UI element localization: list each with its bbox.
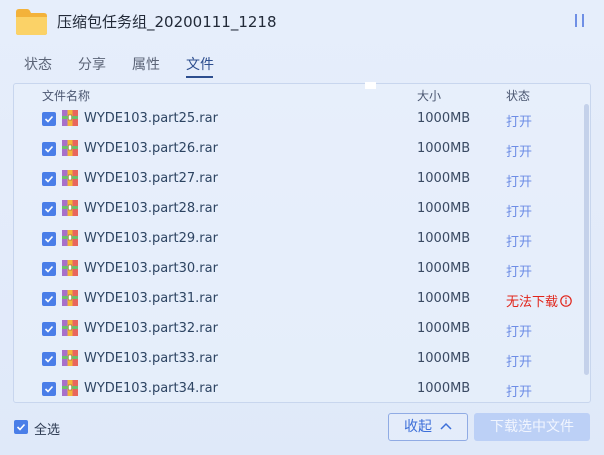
file-name: WYDE103.part32.rar (84, 321, 218, 336)
row-checkbox[interactable] (42, 292, 56, 306)
open-link[interactable]: 打开 (506, 351, 532, 370)
file-size: 1000MB (417, 381, 471, 396)
table-row[interactable]: WYDE103.part29.rar 1000MB 打开 (14, 224, 580, 254)
scrollbar[interactable] (584, 104, 590, 400)
table-row[interactable]: WYDE103.part32.rar 1000MB 打开 (14, 314, 580, 344)
file-name: WYDE103.part34.rar (84, 381, 218, 396)
status-label: 打开 (506, 355, 533, 370)
table-row[interactable]: WYDE103.part34.rar 1000MB 打开 (14, 374, 580, 402)
status-label: 打开 (506, 235, 533, 250)
file-size: 1000MB (417, 111, 471, 126)
table-row[interactable]: WYDE103.part27.rar 1000MB 打开 (14, 164, 580, 194)
file-name: WYDE103.part27.rar (84, 171, 218, 186)
file-size: 1000MB (417, 321, 471, 336)
rar-archive-icon (62, 320, 78, 336)
active-tab-indicator (186, 76, 213, 78)
table-row[interactable]: WYDE103.part25.rar 1000MB 打开 (14, 104, 580, 134)
row-checkbox[interactable] (42, 232, 56, 246)
row-checkbox[interactable] (42, 112, 56, 126)
folder-icon (16, 9, 47, 35)
table-row[interactable]: WYDE103.part31.rar 1000MB 无法下载 (14, 284, 580, 314)
status-label: 打开 (506, 325, 533, 340)
file-name: WYDE103.part26.rar (84, 141, 218, 156)
row-checkbox[interactable] (42, 262, 56, 276)
file-size: 1000MB (417, 291, 471, 306)
open-link[interactable]: 打开 (506, 261, 532, 280)
collapse-button[interactable]: 收起 (388, 413, 468, 441)
select-all-checkbox[interactable] (14, 420, 28, 434)
open-link[interactable]: 打开 (506, 381, 532, 400)
rar-archive-icon (62, 140, 78, 156)
status-label: 打开 (506, 175, 533, 190)
title-bar: 压缩包任务组_20200111_1218 (0, 0, 604, 46)
open-link[interactable]: 打开 (506, 231, 532, 250)
file-list-panel: 文件名称 大小 状态 WYDE103.part25.rar 1000MB 打开 WYD… (13, 83, 591, 403)
tab-properties[interactable]: 属性 (132, 54, 160, 74)
rar-archive-icon (62, 350, 78, 366)
row-checkbox[interactable] (42, 382, 56, 396)
download-failed-status: 无法下载 (506, 291, 572, 310)
file-size: 1000MB (417, 231, 471, 246)
rar-archive-icon (62, 200, 78, 216)
status-label: 打开 (506, 385, 533, 400)
pause-icon[interactable] (575, 14, 585, 28)
open-link[interactable]: 打开 (506, 111, 532, 130)
status-label: 打开 (506, 145, 533, 160)
collapse-label: 收起 (404, 419, 432, 435)
rar-archive-icon (62, 380, 78, 396)
open-link[interactable]: 打开 (506, 321, 532, 340)
info-icon[interactable] (560, 295, 572, 307)
scrollbar-thumb[interactable] (584, 104, 589, 375)
open-link[interactable]: 打开 (506, 201, 532, 220)
file-name: WYDE103.part29.rar (84, 231, 218, 246)
row-checkbox[interactable] (42, 352, 56, 366)
column-header-status: 状态 (506, 89, 531, 103)
rar-archive-icon (62, 170, 78, 186)
file-name: WYDE103.part30.rar (84, 261, 218, 276)
rar-archive-icon (62, 290, 78, 306)
status-label: 无法下载 (506, 295, 559, 310)
open-link[interactable]: 打开 (506, 141, 532, 160)
file-size: 1000MB (417, 171, 471, 186)
status-label: 打开 (506, 265, 533, 280)
file-size: 1000MB (417, 141, 471, 156)
tab-share[interactable]: 分享 (78, 54, 106, 74)
status-label: 打开 (506, 205, 533, 220)
file-size: 1000MB (417, 351, 471, 366)
file-name: WYDE103.part33.rar (84, 351, 218, 366)
table-row[interactable]: WYDE103.part28.rar 1000MB 打开 (14, 194, 580, 224)
file-name: WYDE103.part25.rar (84, 111, 218, 126)
rar-archive-icon (62, 260, 78, 276)
rar-archive-icon (62, 110, 78, 126)
file-size: 1000MB (417, 261, 471, 276)
chevron-up-icon (440, 422, 452, 430)
open-link[interactable]: 打开 (506, 171, 532, 190)
table-row[interactable]: WYDE103.part33.rar 1000MB 打开 (14, 344, 580, 374)
file-size: 1000MB (417, 201, 471, 216)
status-label: 打开 (506, 115, 533, 130)
column-header-size: 大小 (417, 89, 442, 103)
file-name: WYDE103.part28.rar (84, 201, 218, 216)
tab-files[interactable]: 文件 (186, 54, 214, 74)
row-checkbox[interactable] (42, 142, 56, 156)
drag-marker (365, 82, 376, 89)
select-all-label[interactable]: 全选 (34, 419, 60, 438)
rar-archive-icon (62, 230, 78, 246)
table-row[interactable]: WYDE103.part30.rar 1000MB 打开 (14, 254, 580, 284)
footer: 全选 收起 下载选中文件 (0, 405, 604, 455)
column-header-name: 文件名称 (42, 89, 91, 103)
row-checkbox[interactable] (42, 322, 56, 336)
tab-status[interactable]: 状态 (24, 54, 52, 74)
download-selected-button[interactable]: 下载选中文件 (474, 413, 590, 441)
table-row[interactable]: WYDE103.part26.rar 1000MB 打开 (14, 134, 580, 164)
file-name: WYDE103.part31.rar (84, 291, 218, 306)
row-checkbox[interactable] (42, 172, 56, 186)
row-checkbox[interactable] (42, 202, 56, 216)
window-title: 压缩包任务组_20200111_1218 (57, 13, 277, 31)
